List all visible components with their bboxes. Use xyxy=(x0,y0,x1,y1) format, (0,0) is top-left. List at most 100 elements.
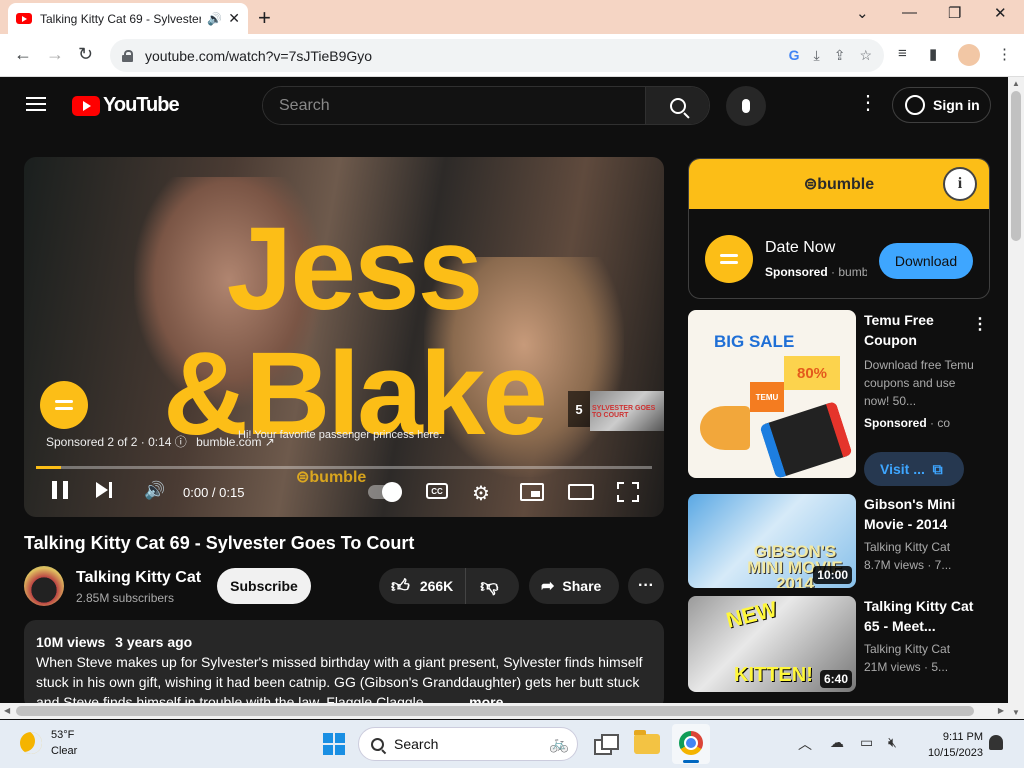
download-button[interactable]: Download xyxy=(879,243,973,279)
next-video-thumbnail[interactable]: SYLVESTER GOES TO COURT xyxy=(590,391,664,431)
back-arrow-icon[interactable]: ← xyxy=(14,44,32,65)
pause-icon[interactable] xyxy=(52,481,68,499)
rec-channel[interactable]: Talking Kitty Cat xyxy=(864,642,982,656)
system-clock[interactable]: 9:11 PM 10/15/2023 xyxy=(917,729,983,761)
recommendation-item[interactable]: BIG SALE 80% TEMU Temu Free Coupon ⋮ Dow… xyxy=(688,310,990,488)
forward-arrow-icon[interactable]: → xyxy=(46,44,64,65)
scroll-left-arrow-icon[interactable]: ◀ xyxy=(4,706,10,715)
ad-sponsored-text[interactable]: Sponsored 2 of 2 · 0:14 ⓘ xyxy=(46,435,187,449)
youtube-header: YouTube ⋮ Sign in xyxy=(0,77,1008,133)
horizontal-scroll-thumb[interactable] xyxy=(16,706,974,716)
rec-title[interactable]: Gibson's Mini Movie - 2014 xyxy=(864,494,974,534)
ad-name[interactable]: Date Now xyxy=(765,239,835,257)
voice-search-button[interactable] xyxy=(726,86,766,126)
video-thumbnail[interactable]: NEW KITTEN! 6:40 xyxy=(688,596,856,692)
lock-icon[interactable] xyxy=(122,49,133,62)
channel-name[interactable]: Talking Kitty Cat xyxy=(76,569,201,587)
video-thumbnail[interactable]: GIBSON'S MINI MOVIE 2014 10:00 xyxy=(688,494,856,588)
new-tab-button[interactable]: + xyxy=(258,5,271,31)
restore-button[interactable]: ❐ xyxy=(948,4,961,22)
taskbar-search[interactable]: Search 🚲 xyxy=(358,727,578,761)
fullscreen-icon[interactable] xyxy=(617,482,639,502)
rec-title[interactable]: Talking Kitty Cat 65 - Meet... xyxy=(864,596,974,636)
sign-in-button[interactable]: Sign in xyxy=(892,87,991,123)
media-control-icon[interactable]: ≡ xyxy=(898,45,907,62)
next-icon[interactable] xyxy=(96,481,114,499)
moon-weather-icon[interactable] xyxy=(20,732,42,754)
subscribe-button[interactable]: Subscribe xyxy=(217,568,311,604)
horizontal-scrollbar[interactable]: ◀ ▶ xyxy=(0,703,1008,719)
menu-hamburger-icon[interactable] xyxy=(26,97,46,111)
profile-avatar-icon[interactable] xyxy=(958,44,980,66)
weather-temp[interactable]: 53°F xyxy=(51,729,74,741)
scroll-down-arrow-icon[interactable]: ▼ xyxy=(1012,708,1020,717)
search-icon xyxy=(371,737,384,751)
rec-title[interactable]: Temu Free Coupon xyxy=(864,310,974,350)
windows-start-icon[interactable] xyxy=(323,733,345,755)
file-explorer-icon[interactable] xyxy=(634,730,660,754)
description-box[interactable]: 10M views 3 years ago When Steve makes u… xyxy=(24,620,664,710)
volume-icon[interactable]: 🔊 xyxy=(144,481,165,501)
browser-tab[interactable]: Talking Kitty Cat 69 - Sylvester Goes To… xyxy=(8,3,248,34)
autoplay-toggle[interactable] xyxy=(368,482,402,502)
video-player[interactable]: Jess &Blake Sponsored 2 of 2 · 0:14 ⓘ bu… xyxy=(24,157,664,517)
url-text[interactable]: youtube.com/watch?v=7sJTieB9Gyo xyxy=(145,48,789,64)
bumble-logo-icon[interactable] xyxy=(705,235,753,283)
channel-avatar[interactable] xyxy=(24,566,64,606)
scroll-right-arrow-icon[interactable]: ▶ xyxy=(998,706,1004,715)
miniplayer-icon[interactable] xyxy=(520,483,544,501)
ad-banner[interactable]: ⊜bumble i xyxy=(689,159,989,209)
like-button[interactable]: 👍︎ 266K xyxy=(379,568,467,604)
weather-condition[interactable]: Clear xyxy=(51,745,77,757)
browser-tab-bar: Talking Kitty Cat 69 - Sylvester Goes To… xyxy=(0,0,1024,34)
address-bar[interactable]: youtube.com/watch?v=7sJTieB9Gyo G ⤓ ⇪ ☆ xyxy=(110,39,884,72)
dislike-button[interactable]: 👎︎ xyxy=(466,575,512,597)
share-button[interactable]: ➦ Share xyxy=(529,568,619,604)
view-count: 10M views xyxy=(36,634,106,650)
minimize-button[interactable]: — xyxy=(902,4,917,21)
like-count: 266K xyxy=(419,578,454,594)
close-window-button[interactable]: ✕ xyxy=(994,4,1007,22)
tray-overflow-icon[interactable]: ︿ xyxy=(798,734,812,754)
search-input[interactable] xyxy=(263,87,645,124)
recommendation-item[interactable]: GIBSON'S MINI MOVIE 2014 10:00 Gibson's … xyxy=(688,494,990,590)
reload-icon[interactable]: ↻ xyxy=(78,44,93,65)
task-view-icon[interactable] xyxy=(592,731,619,757)
companion-ad[interactable]: ⊜bumble i Date Now Sponsored · bumble.co… xyxy=(688,158,990,299)
microphone-icon xyxy=(742,99,750,113)
google-lens-icon[interactable]: G xyxy=(789,47,800,64)
recommendation-item[interactable]: NEW KITTEN! 6:40 Talking Kitty Cat 65 - … xyxy=(688,596,990,692)
rec-kebab-icon[interactable]: ⋮ xyxy=(972,314,988,334)
settings-gear-icon[interactable]: ⚙ xyxy=(472,481,490,506)
install-icon[interactable]: ⤓ xyxy=(814,47,820,64)
chrome-taskbar-button[interactable] xyxy=(672,724,710,764)
speaker-icon[interactable]: 🔊 xyxy=(207,12,222,26)
side-panel-icon[interactable]: ▮ xyxy=(929,45,937,63)
settings-kebab-icon[interactable]: ⋮ xyxy=(858,93,878,113)
taskbar-search-label: Search xyxy=(394,736,439,752)
bumble-logo-icon[interactable] xyxy=(40,381,88,429)
volume-muted-icon[interactable]: 🔇︎ xyxy=(888,734,897,751)
network-cloud-icon[interactable]: ☁ xyxy=(830,734,844,751)
vertical-scrollbar[interactable]: ▲ ▼ xyxy=(1008,77,1024,719)
temu-thumbnail[interactable]: BIG SALE 80% TEMU xyxy=(688,310,856,478)
more-actions-button[interactable]: ··· xyxy=(628,568,664,604)
rec-channel[interactable]: Talking Kitty Cat xyxy=(864,540,982,554)
ad-caption: Hi! Your favorite passenger princess her… xyxy=(238,429,443,441)
youtube-logo[interactable]: YouTube xyxy=(72,94,180,117)
notification-bell-icon[interactable] xyxy=(989,735,1003,750)
display-icon[interactable]: ▭ xyxy=(860,734,873,751)
visit-site-button[interactable]: Visit ... ⧉ xyxy=(864,452,964,486)
vertical-scroll-thumb[interactable] xyxy=(1011,91,1021,241)
captions-icon[interactable]: CC xyxy=(426,483,448,499)
tab-search-icon[interactable]: ⌄ xyxy=(856,4,869,22)
bookmark-star-icon[interactable]: ☆ xyxy=(859,47,872,64)
scroll-up-arrow-icon[interactable]: ▲ xyxy=(1012,79,1020,88)
info-icon[interactable]: i xyxy=(943,167,977,201)
chrome-menu-icon[interactable]: ⋮ xyxy=(997,45,1012,63)
share-page-icon[interactable]: ⇪ xyxy=(834,47,846,64)
search-button[interactable] xyxy=(645,87,709,124)
close-tab-icon[interactable]: ✕ xyxy=(228,10,240,27)
theater-mode-icon[interactable] xyxy=(568,484,594,500)
thumbs-up-icon: 👍︎ xyxy=(391,576,410,596)
